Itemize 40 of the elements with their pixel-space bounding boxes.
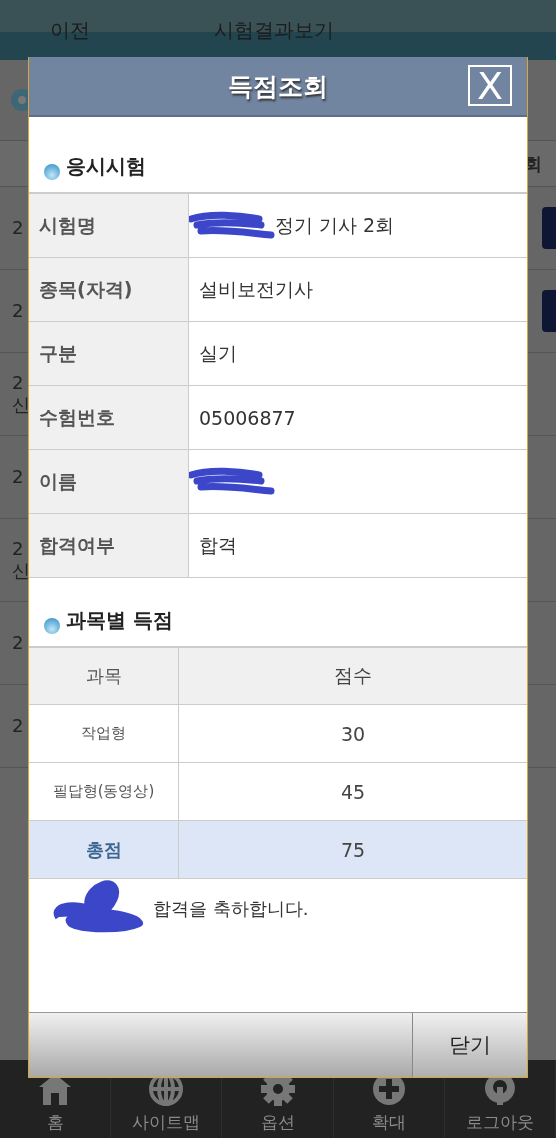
nav-label[interactable]: 옵션 xyxy=(260,1111,295,1134)
bullet-icon xyxy=(44,164,60,180)
subject-name: 필답형(동영상) xyxy=(52,782,155,801)
field-label: 이름 xyxy=(39,468,77,494)
close-button[interactable]: X xyxy=(468,65,512,106)
table-cell-text: 2 xyxy=(11,632,24,654)
field-value: 합격 xyxy=(199,532,237,558)
table-cell-text: 2 xyxy=(11,300,24,322)
field-value: 05006877 xyxy=(199,406,296,429)
score-value: 45 xyxy=(340,780,366,803)
nav-label[interactable]: 홈 xyxy=(46,1111,64,1134)
close-button[interactable]: 닫기 xyxy=(412,1013,527,1077)
field-value: 정기 기사 2회 xyxy=(275,212,395,238)
page-title: 시험결과보기 xyxy=(214,16,334,44)
field-label: 종목(자격) xyxy=(39,276,133,302)
dialog-title: 득점조회 xyxy=(228,70,328,103)
bullet-icon xyxy=(44,618,60,634)
field-label: 합격여부 xyxy=(39,532,115,558)
field-value: 실기 xyxy=(199,340,237,366)
column-header: 점수 xyxy=(334,663,372,688)
congratulation-message: 합격을 축하합니다. xyxy=(153,897,309,921)
score-value: 75 xyxy=(340,838,366,861)
nav-label[interactable]: 확대 xyxy=(371,1111,406,1134)
section-heading: 응시시험 xyxy=(66,153,146,180)
nav-label[interactable]: 사이트맵 xyxy=(132,1111,201,1134)
table-cell-text: 2 xyxy=(11,217,24,239)
table-cell-text: 2 신 xyxy=(11,538,30,582)
subject-name: 작업형 xyxy=(81,724,126,743)
table-cell-text: 2 xyxy=(11,715,24,737)
nav-label[interactable]: 로그아웃 xyxy=(465,1111,534,1134)
column-header: 과목 xyxy=(85,664,122,688)
field-label: 수험번호 xyxy=(39,404,115,430)
subject-name: 총점 xyxy=(85,837,122,862)
score-value: 30 xyxy=(340,722,366,745)
table-cell-text: 2 신 xyxy=(11,372,30,416)
table-cell-text: 2 xyxy=(11,466,24,488)
field-label: 구분 xyxy=(39,340,77,366)
field-label: 시험명 xyxy=(39,212,96,238)
field-value: 설비보전기사 xyxy=(199,276,313,302)
section-heading: 과목별 득점 xyxy=(66,607,173,634)
